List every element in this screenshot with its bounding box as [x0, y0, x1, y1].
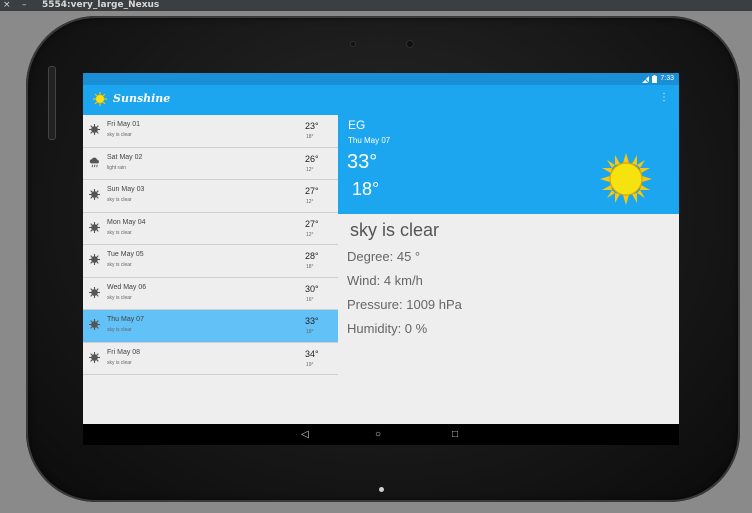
forecast-high: 30° — [305, 283, 319, 294]
detail-condition: sky is clear — [350, 220, 440, 240]
forecast-row[interactable]: Thu May 07 sky is clear 33° 18° — [83, 310, 338, 343]
detail-pressure: Pressure: 1009 hPa — [347, 297, 462, 312]
forecast-desc: sky is clear — [107, 294, 132, 301]
battery-icon — [652, 75, 658, 83]
forecast-row[interactable]: Mon May 04 sky is clear 27° 12° — [83, 213, 338, 245]
detail-low-temp: 18° — [352, 179, 380, 199]
sun-small-icon — [89, 252, 100, 265]
forecast-day: Tue May 05 — [107, 251, 144, 258]
status-time: 7:33 — [660, 75, 674, 82]
detail-header: EG Thu May 07 33° 18° — [338, 115, 679, 214]
forecast-day: Thu May 07 — [107, 316, 144, 323]
forecast-low: 18° — [306, 264, 314, 270]
forecast-row[interactable]: Wed May 06 sky is clear 30° 16° — [83, 278, 338, 310]
forecast-low: 12° — [306, 166, 314, 173]
forecast-row[interactable]: Tue May 05 sky is clear 28° 18° — [83, 245, 338, 278]
forecast-high: 27° — [305, 218, 319, 229]
forecast-row[interactable]: Fri May 08 sky is clear 34° 19° — [83, 343, 338, 375]
app-bar: Sunshine ⋮ — [83, 85, 679, 115]
front-camera — [407, 41, 413, 47]
forecast-row[interactable]: Sun May 03 sky is clear 27° 12° — [83, 180, 338, 213]
forecast-day: Mon May 04 — [107, 218, 146, 226]
power-button[interactable] — [48, 66, 56, 140]
sun-small-icon — [89, 187, 100, 200]
recents-button[interactable]: □ — [452, 424, 458, 445]
window-title: 5554:very_large_Nexus — [42, 0, 160, 10]
overflow-menu-icon[interactable]: ⋮ — [659, 93, 669, 103]
sun-small-icon — [89, 317, 100, 330]
forecast-low: 16° — [306, 296, 314, 303]
sun-small-icon — [89, 122, 100, 135]
forecast-low: 12° — [306, 199, 314, 205]
rain-icon — [89, 155, 100, 167]
forecast-row[interactable]: Sat May 02 light rain 26° 12° — [83, 148, 338, 180]
notification-led — [379, 487, 384, 492]
forecast-list[interactable]: Fri May 01 sky is clear 23° 18° Sat May 02 li… — [83, 115, 338, 416]
device-screen: 7:33 Sunshine ⋮ Fri May 01 sky is clear 23… — [83, 73, 679, 445]
back-button[interactable]: ◁ — [301, 424, 309, 445]
navigation-bar: ◁ ○ □ — [83, 424, 679, 445]
app-title: Sunshine — [113, 92, 171, 105]
detail-wind: Wind: 4 km/h — [347, 273, 423, 288]
forecast-low: 18° — [306, 329, 314, 335]
sun-small-icon — [89, 220, 100, 233]
forecast-day: Sat May 02 — [107, 153, 143, 161]
forecast-desc: light rain — [107, 164, 126, 171]
forecast-day: Wed May 06 — [107, 283, 147, 291]
clear-sky-icon — [600, 153, 652, 205]
signal-icon — [642, 75, 650, 83]
forecast-desc: sky is clear — [107, 262, 132, 268]
sun-logo-icon — [93, 92, 107, 106]
forecast-low: 19° — [306, 361, 314, 368]
forecast-day: Fri May 01 — [107, 121, 141, 128]
forecast-high: 23° — [305, 121, 319, 131]
forecast-desc: sky is clear — [107, 359, 132, 366]
forecast-high: 28° — [305, 251, 319, 261]
detail-degree: Degree: 45 ° — [347, 249, 421, 264]
forecast-high: 27° — [305, 186, 319, 196]
emulator-title-bar: × – 5554:very_large_Nexus — [0, 0, 752, 11]
detail-city: EG — [348, 118, 366, 132]
forecast-high: 34° — [305, 348, 319, 359]
forecast-day: Fri May 08 — [107, 348, 141, 356]
forecast-high: 33° — [305, 316, 319, 326]
status-bar: 7:33 — [83, 73, 679, 85]
forecast-low: 18° — [306, 134, 314, 140]
forecast-row[interactable]: Fri May 01 sky is clear 23° 18° — [83, 115, 338, 148]
minimize-icon[interactable]: – — [22, 0, 27, 11]
sun-small-icon — [89, 285, 100, 298]
detail-humidity: Humidity: 0 % — [347, 321, 428, 336]
forecast-desc: sky is clear — [107, 229, 132, 236]
home-button[interactable]: ○ — [375, 424, 381, 445]
light-sensor — [351, 42, 355, 46]
forecast-desc: sky is clear — [107, 132, 132, 138]
forecast-low: 12° — [306, 231, 314, 238]
forecast-desc: sky is clear — [107, 197, 132, 203]
detail-high-temp: 33° — [347, 151, 378, 173]
close-icon[interactable]: × — [3, 0, 11, 11]
forecast-day: Sun May 03 — [107, 186, 145, 193]
sun-small-icon — [89, 350, 100, 363]
detail-date: Thu May 07 — [348, 136, 391, 145]
forecast-desc: sky is clear — [107, 327, 132, 333]
forecast-high: 26° — [305, 153, 319, 164]
